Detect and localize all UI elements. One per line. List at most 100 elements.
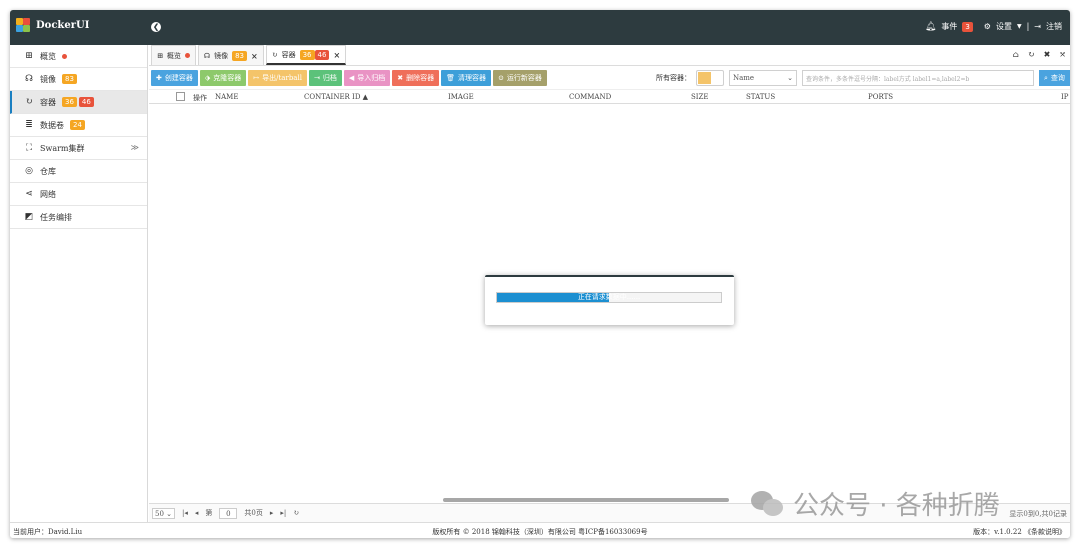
button-label: 创建容器 bbox=[164, 74, 193, 82]
tab-overview[interactable]: ⊞ 概览 bbox=[151, 45, 196, 65]
plus-icon: ✚ bbox=[156, 74, 162, 82]
reload-icon[interactable]: ↻ bbox=[293, 509, 299, 517]
times-icon: ✖ bbox=[397, 74, 404, 82]
sidebar-item-label: 概览 bbox=[40, 51, 56, 61]
tab-badge: 46 bbox=[314, 49, 330, 60]
headphones-icon: ☊ bbox=[25, 74, 33, 84]
close-icon[interactable]: × bbox=[333, 50, 340, 60]
prune-container-button[interactable]: 🗑︎ 清理容器 bbox=[441, 70, 491, 86]
tab-images[interactable]: ☊ 镜像 83 × bbox=[197, 45, 264, 65]
export-tarball-button[interactable]: ↦ 导出/tarball bbox=[248, 70, 307, 86]
column-header-container-id[interactable]: CONTAINER ID ▲ bbox=[304, 93, 368, 101]
button-label: 清理容器 bbox=[458, 74, 486, 82]
last-page-icon[interactable]: ▸| bbox=[280, 509, 286, 517]
brand[interactable]: DockerUI bbox=[16, 18, 89, 32]
fullscreen-icon[interactable]: ⤧ bbox=[1059, 50, 1066, 59]
page-size-select[interactable]: 50 ⌄ bbox=[152, 507, 176, 519]
sidebar-item-registry[interactable]: ◎ 仓库 bbox=[10, 160, 147, 183]
sidebar-item-containers[interactable]: ↻ 容器 36 46 bbox=[10, 91, 147, 114]
logout-link[interactable]: 注销 bbox=[1046, 21, 1062, 32]
button-label: 导出/tarball bbox=[262, 74, 302, 82]
progress-text: 正在请求数据中...... bbox=[577, 293, 641, 301]
trash-icon: 🗑︎ bbox=[446, 74, 455, 82]
column-header-status[interactable]: STATUS bbox=[746, 93, 775, 101]
button-label: 克隆容器 bbox=[213, 74, 242, 82]
separator: | bbox=[1026, 22, 1030, 31]
prev-page-icon[interactable]: ◂ bbox=[195, 509, 199, 517]
query-input[interactable]: 查询条件，多条件逗号分隔：label方式 label1=a,label2=b bbox=[802, 70, 1034, 86]
archive-button[interactable]: ⇥ 归档 bbox=[308, 70, 342, 86]
query-button[interactable]: ⌕ 查询 bbox=[1039, 70, 1070, 86]
progress-bar: 正在请求数据中...... bbox=[496, 292, 722, 303]
tab-badge: 83 bbox=[232, 50, 248, 61]
tab-containers[interactable]: ↻ 容器 36 46 × bbox=[265, 45, 347, 65]
page-number-input[interactable]: 0 bbox=[219, 507, 238, 519]
database-icon: ≣ bbox=[25, 120, 33, 130]
sidebar-item-swarm[interactable]: ⛶ Swarm集群 ≫ bbox=[10, 137, 147, 160]
chevron-down-icon: ⌄ bbox=[787, 74, 793, 82]
tab-label: 镜像 bbox=[214, 51, 229, 60]
all-containers-label: 所有容器： bbox=[656, 74, 691, 82]
button-label: 导入归档 bbox=[357, 74, 386, 82]
filter-field-select[interactable]: Name ⌄ bbox=[729, 70, 797, 86]
delete-container-button[interactable]: ✖ 删除容器 bbox=[392, 70, 440, 86]
column-header-command[interactable]: COMMAND bbox=[569, 93, 611, 101]
tab-tools: ⌂ ↻ ✖ ⤧ bbox=[1013, 50, 1066, 59]
run-new-container-button[interactable]: ⊙ 运行新容器 bbox=[493, 70, 547, 86]
events-link[interactable]: 事件 bbox=[941, 21, 957, 32]
search-icon: ⌕ bbox=[1044, 73, 1048, 82]
create-container-button[interactable]: ✚ 创建容器 bbox=[151, 70, 198, 86]
running-count-badge: 36 bbox=[62, 97, 77, 107]
bell-icon[interactable]: 🔔︎ bbox=[925, 22, 936, 32]
close-all-icon[interactable]: ✖ bbox=[1044, 50, 1051, 59]
topbar-actions: 🔔︎ 事件 3 ⚙ 设置 ▼ | ⇥ 注销 bbox=[925, 21, 1062, 32]
share-icon: ⋖ bbox=[25, 189, 33, 199]
home-icon[interactable]: ⌂ bbox=[1013, 50, 1019, 59]
tab-label: 容器 bbox=[281, 50, 296, 59]
column-header-size[interactable]: SIZE bbox=[691, 93, 709, 101]
sidebar-item-label: Swarm集群 bbox=[40, 143, 85, 153]
sidebar-item-volumes[interactable]: ≣ 数据卷 24 bbox=[10, 114, 147, 137]
copyright: 版权所有 © 2018 锦翰科技（深圳）有限公司 粤ICP备16033069号 bbox=[432, 528, 648, 536]
filter-area: 所有容器： Name ⌄ 查询条件，多条件逗号分隔：label方式 label1… bbox=[656, 70, 1070, 86]
footer: 当前用户：David.Liu 版权所有 © 2018 锦翰科技（深圳）有限公司 … bbox=[10, 522, 1070, 538]
sidebar-item-orchestration[interactable]: ◩ 任务编排 bbox=[10, 206, 147, 229]
table-header: 操作 NAME CONTAINER ID ▲ IMAGE COMMAND SIZ… bbox=[149, 89, 1070, 104]
logout-icon[interactable]: ⇥ bbox=[1034, 22, 1041, 31]
close-icon[interactable]: × bbox=[251, 51, 258, 61]
tag-icon: ⬗ bbox=[204, 74, 211, 82]
sidebar-item-images[interactable]: ☊ 镜像 83 bbox=[10, 68, 147, 91]
column-header-name[interactable]: NAME bbox=[215, 93, 238, 101]
first-page-icon[interactable]: |◂ bbox=[182, 509, 188, 517]
play-circle-icon: ⊙ bbox=[498, 74, 504, 82]
tab-bar: ⊞ 概览 ☊ 镜像 83 × ↻ 容器 36 46 × ⌂ ↻ ✖ ⤧ bbox=[149, 45, 1070, 66]
tab-badge: 36 bbox=[299, 49, 315, 60]
column-header-ip[interactable]: IP bbox=[1061, 93, 1068, 101]
sidebar-toggle-icon[interactable]: ❮ bbox=[151, 22, 161, 32]
puzzle-icon: ◩ bbox=[24, 212, 34, 222]
next-page-icon[interactable]: ▸ bbox=[270, 509, 274, 517]
volumes-count-badge: 24 bbox=[70, 120, 85, 130]
archive-icon: ⇥ bbox=[313, 74, 320, 82]
column-header-image[interactable]: IMAGE bbox=[448, 93, 474, 101]
import-archive-button[interactable]: ◀ 导入归档 bbox=[343, 70, 391, 86]
select-all-checkbox[interactable] bbox=[176, 92, 185, 101]
sidebar-item-overview[interactable]: ⊞ 概览 bbox=[10, 45, 147, 68]
docker-logo-icon bbox=[16, 18, 30, 32]
column-header-ports[interactable]: PORTS bbox=[868, 93, 893, 101]
chevron-double-down-icon[interactable]: ≫ bbox=[131, 143, 139, 152]
button-label: 运行新容器 bbox=[506, 74, 542, 82]
tab-label: 概览 bbox=[166, 51, 181, 60]
refresh-icon[interactable]: ↻ bbox=[1028, 50, 1035, 59]
total-count-badge: 46 bbox=[78, 97, 94, 107]
gear-icon[interactable]: ⚙ bbox=[984, 22, 991, 31]
settings-menu[interactable]: 设置 bbox=[996, 21, 1012, 32]
sidebar-item-network[interactable]: ⋖ 网络 bbox=[10, 183, 147, 206]
sidebar-item-label: 任务编排 bbox=[40, 212, 72, 222]
horizontal-scrollbar[interactable] bbox=[443, 498, 729, 502]
button-label: 删除容器 bbox=[406, 74, 435, 82]
version-info[interactable]: 版本：v.1.0.22 《条款说明》 bbox=[973, 527, 1066, 537]
all-containers-toggle[interactable] bbox=[696, 70, 724, 86]
clone-container-button[interactable]: ⬗ 克隆容器 bbox=[199, 70, 247, 86]
caret-down-icon[interactable]: ▼ bbox=[1017, 23, 1022, 30]
